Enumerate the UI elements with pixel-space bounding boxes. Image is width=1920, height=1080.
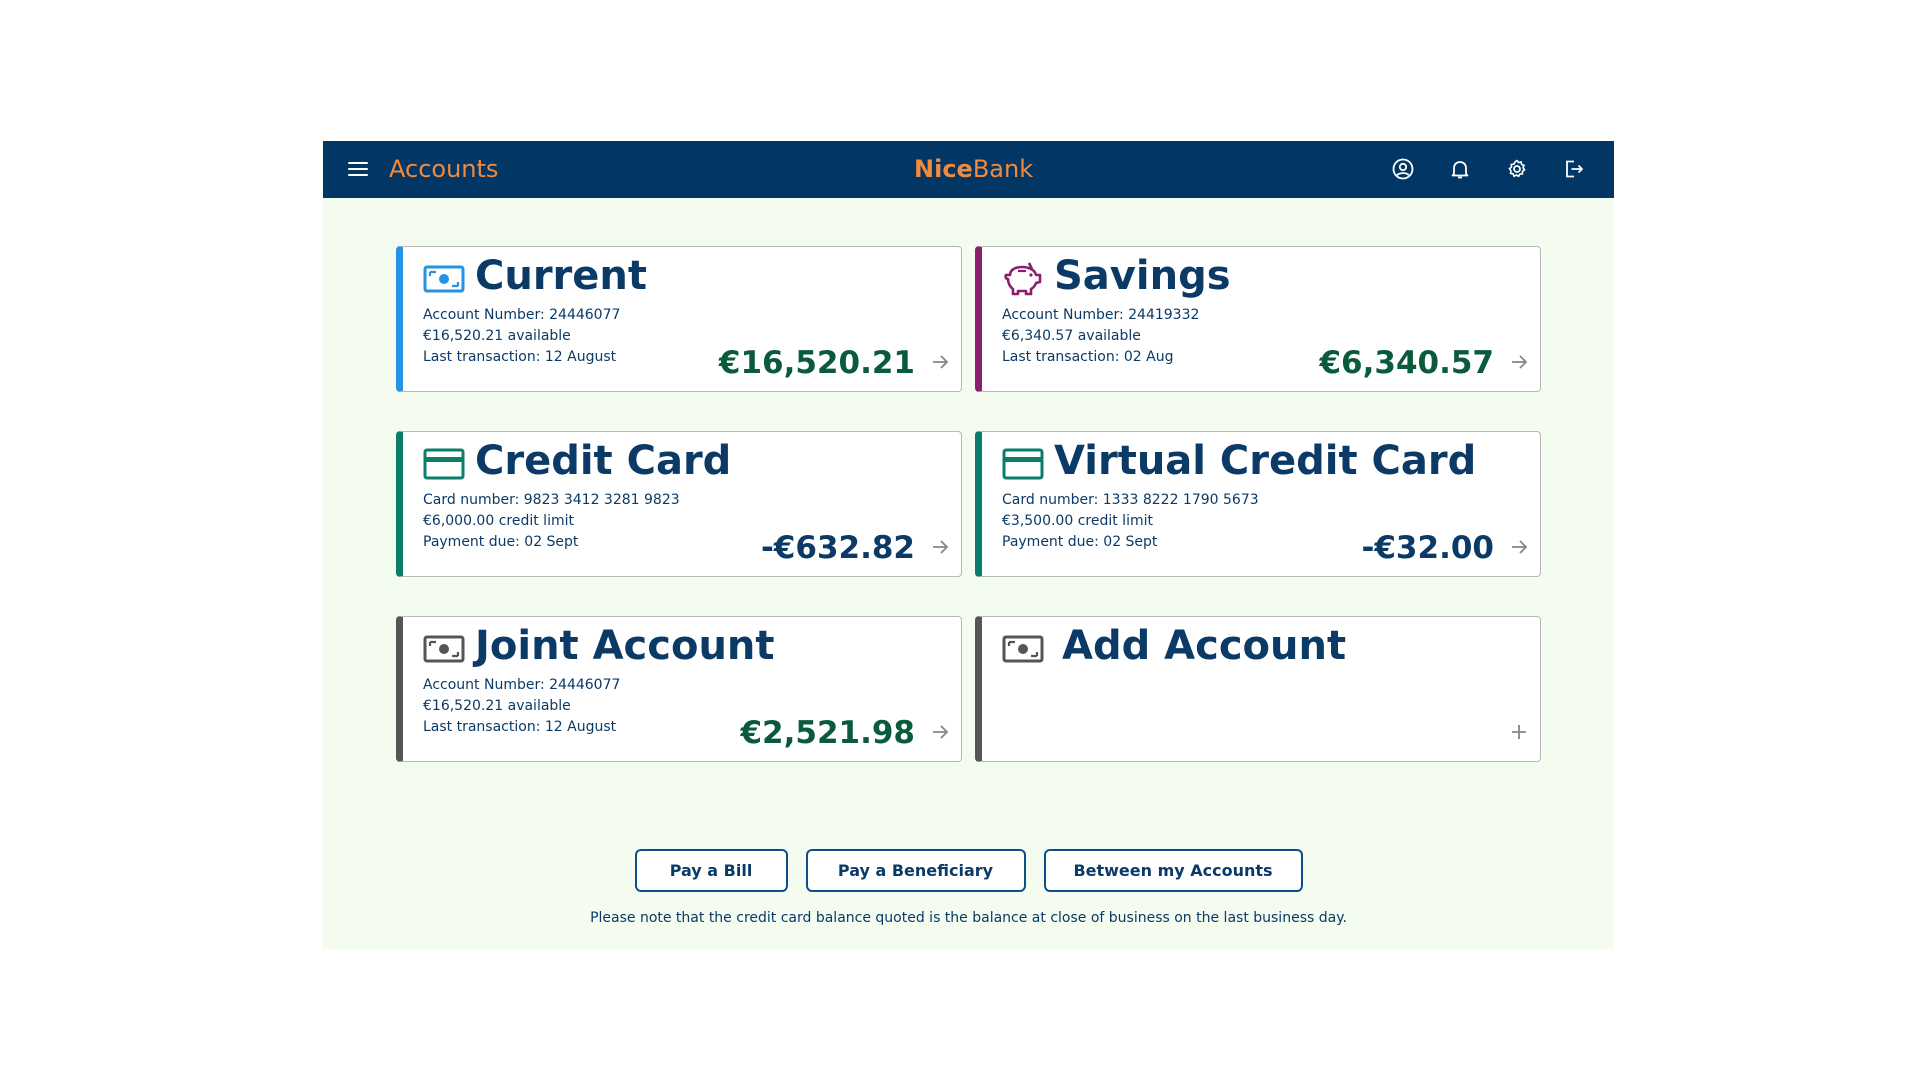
pay-beneficiary-button[interactable]: Pay a Beneficiary [805,849,1026,892]
account-card-credit-card[interactable]: Credit Card Card number: 9823 3412 3281 … [396,431,962,577]
account-card-savings[interactable]: Savings Account Number: 24419332 €6,340.… [975,246,1541,392]
account-balance: €6,340.57 [1319,345,1494,381]
account-number: Account Number: 24446077 [423,677,621,693]
banknote-icon [423,265,465,293]
user-icon[interactable] [1389,155,1417,183]
account-balance: -€32.00 [1361,530,1495,566]
account-title: Joint Account [475,623,775,669]
card-number: Card number: 1333 8222 1790 5673 [1002,492,1259,508]
account-number: Account Number: 24446077 [423,307,621,323]
account-number: Account Number: 24419332 [1002,307,1200,323]
credit-card-icon [1002,448,1044,480]
account-title: Add Account [1062,623,1347,669]
bell-icon[interactable] [1446,155,1474,183]
add-account-card[interactable]: Add Account [975,616,1541,762]
pay-bill-button[interactable]: Pay a Bill [634,849,788,892]
available-balance: €16,520.21 available [423,328,571,344]
account-title: Virtual Credit Card [1054,438,1477,484]
brand-name-bold: Nice [914,155,973,183]
banknote-icon [1002,635,1044,663]
brand-logo: NiceBank [914,155,1033,183]
account-title: Credit Card [475,438,732,484]
top-icon-group [1389,155,1588,183]
credit-limit: €6,000.00 credit limit [423,513,574,529]
account-balance: €16,520.21 [718,345,915,381]
logout-icon[interactable] [1560,155,1588,183]
last-transaction: Last transaction: 02 Aug [1002,349,1174,365]
available-balance: €6,340.57 available [1002,328,1141,344]
account-balance: -€632.82 [760,530,915,566]
arrow-right-icon[interactable] [929,536,951,558]
arrow-right-icon[interactable] [1508,351,1530,373]
page-title: Accounts [389,155,499,183]
payment-due: Payment due: 02 Sept [1002,534,1158,550]
payment-due: Payment due: 02 Sept [423,534,579,550]
credit-card-icon [423,448,465,480]
account-title: Savings [1054,253,1231,299]
account-balance: €2,521.98 [740,715,915,751]
balance-note: Please note that the credit card balance… [590,910,1347,926]
card-number: Card number: 9823 3412 3281 9823 [423,492,680,508]
between-accounts-button[interactable]: Between my Accounts [1043,849,1303,892]
available-balance: €16,520.21 available [423,698,571,714]
action-buttons: Pay a Bill Pay a Beneficiary Between my … [323,849,1614,892]
brand-name-regular: Bank [972,155,1034,183]
top-bar: Accounts NiceBank [323,141,1614,198]
plus-icon[interactable] [1508,721,1530,743]
menu-icon[interactable] [347,158,369,180]
account-card-current[interactable]: Current Account Number: 24446077 €16,520… [396,246,962,392]
gear-icon[interactable] [1503,155,1531,183]
credit-limit: €3,500.00 credit limit [1002,513,1153,529]
arrow-right-icon[interactable] [929,721,951,743]
last-transaction: Last transaction: 12 August [423,349,617,365]
piggy-bank-icon [1004,262,1042,296]
arrow-right-icon[interactable] [929,351,951,373]
account-title: Current [475,253,648,299]
last-transaction: Last transaction: 12 August [423,719,617,735]
account-card-joint[interactable]: Joint Account Account Number: 24446077 €… [396,616,962,762]
banknote-icon [423,635,465,663]
arrow-right-icon[interactable] [1508,536,1530,558]
account-card-virtual-credit-card[interactable]: Virtual Credit Card Card number: 1333 82… [975,431,1541,577]
accounts-app: Accounts NiceBank Current Account Number… [323,141,1614,949]
